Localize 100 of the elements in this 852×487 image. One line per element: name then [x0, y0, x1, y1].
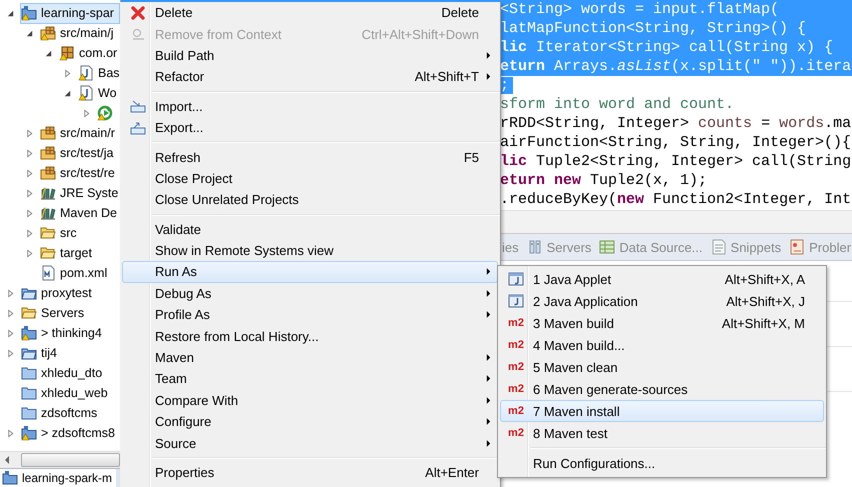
menu-item[interactable]: 2 Java Application Alt+Shift+X, J: [500, 290, 824, 312]
collapsed-arrow-icon[interactable]: [62, 68, 72, 78]
expanded-arrow-icon[interactable]: [24, 28, 34, 38]
menu-item[interactable]: Import...: [122, 96, 498, 117]
export-icon: [130, 120, 146, 136]
collapsed-arrow-icon[interactable]: [24, 188, 34, 198]
tree-item[interactable]: Maven De: [39, 202, 120, 224]
tree-item-label: learning-spar: [41, 6, 114, 20]
menu-item[interactable]: Refactor Alt+Shift+T: [122, 66, 498, 88]
tree-item-label: Bas: [98, 66, 120, 80]
menu-item[interactable]: Validate: [122, 218, 498, 240]
tree-item[interactable]: src/main/j: [39, 22, 118, 44]
menu-item[interactable]: Source: [122, 432, 498, 454]
code-line: lic Tuple2<String, Integer> call(String: [500, 153, 852, 170]
shortcut-label: Alt+Enter: [425, 465, 479, 480]
tree-item[interactable]: Wo: [77, 82, 120, 104]
menu-item[interactable]: Restore from Local History...: [122, 325, 498, 347]
code-line: sform into word and count.: [500, 96, 734, 113]
collapsed-arrow-icon[interactable]: [6, 348, 14, 358]
delete-icon: [130, 4, 146, 21]
explorer-tab[interactable]: learning-spark-m: [0, 469, 116, 487]
collapsed-arrow-icon[interactable]: [24, 148, 34, 158]
menu-item[interactable]: Maven: [122, 346, 498, 368]
collapsed-arrow-icon[interactable]: [24, 168, 34, 178]
tree-item[interactable]: src/test/re: [39, 162, 120, 184]
tree-item-label: JRE Syste: [60, 186, 118, 200]
collapsed-arrow-icon[interactable]: [6, 308, 14, 318]
tree-item-label: Servers: [41, 306, 84, 320]
collapsed-arrow-icon[interactable]: [6, 428, 14, 438]
menu-item[interactable]: Show in Remote Systems view: [122, 240, 498, 262]
expanded-arrow-icon[interactable]: [44, 48, 52, 58]
menu-item[interactable]: Compare With: [122, 390, 498, 412]
tree-item[interactable]: > zdsoftcms8: [20, 422, 120, 444]
menu-item[interactable]: Configure: [122, 411, 498, 432]
menu-item[interactable]: m2 3 Maven build Alt+Shift+X, M: [500, 312, 824, 334]
tree-item[interactable]: zdsoftcms: [20, 402, 102, 424]
tree-item[interactable]: learning-spar: [20, 2, 120, 24]
maven-badge-icon: m2: [508, 317, 524, 329]
collapsed-arrow-icon[interactable]: [82, 108, 90, 118]
tree-item[interactable]: Servers: [20, 302, 90, 324]
tree-item-label: zdsoftcms: [41, 406, 98, 420]
menu-item[interactable]: m2 6 Maven generate-sources: [500, 378, 824, 400]
tree-item-label: src/test/re: [60, 166, 115, 180]
code-line: lic Iterator<String> call(String x) {: [500, 39, 834, 56]
tree-item[interactable]: tij4: [20, 342, 62, 364]
tree-item-label: > thinking4: [41, 326, 102, 340]
tree-item[interactable]: src: [39, 222, 82, 244]
collapsed-arrow-icon[interactable]: [24, 128, 34, 138]
menu-item[interactable]: Close Unrelated Projects: [122, 189, 498, 211]
menu-item[interactable]: Delete Delete: [122, 2, 498, 24]
menu-item[interactable]: Close Project: [122, 168, 498, 190]
tree-item[interactable]: pom.xml: [39, 262, 112, 284]
code-line: .reduceByKey(new Function2<Integer, Int: [500, 191, 852, 208]
tree-item-label: Wo: [98, 86, 117, 100]
menu-item[interactable]: Properties Alt+Enter: [122, 462, 498, 484]
tree-item[interactable]: > thinking4: [20, 322, 107, 344]
menu-item[interactable]: Run Configurations...: [500, 452, 824, 474]
menu-item[interactable]: Debug As: [122, 282, 498, 304]
tree-item[interactable]: Bas: [77, 62, 120, 84]
tree-item[interactable]: src/test/ja: [39, 142, 118, 164]
maven-project-icon: [2, 470, 18, 486]
tree-item[interactable]: target: [39, 242, 97, 264]
java-application-icon: [508, 293, 524, 309]
tree-item[interactable]: com.or: [58, 42, 120, 64]
expanded-arrow-icon[interactable]: [62, 88, 72, 98]
horizontal-scrollbar[interactable]: [0, 451, 120, 468]
shortcut-label: Ctrl+Alt+Shift+Down: [362, 26, 479, 42]
menu-item[interactable]: Run As: [122, 261, 498, 283]
collapsed-arrow-icon[interactable]: [24, 248, 34, 258]
collapsed-arrow-icon[interactable]: [6, 328, 14, 338]
tree-item-label: Maven De: [60, 206, 117, 220]
menu-item[interactable]: Export...: [122, 116, 498, 138]
code-line: eturn Arrays.asList(x.split(" ")).itera: [500, 58, 852, 75]
tree-item[interactable]: proxytest: [20, 282, 97, 304]
menu-item[interactable]: m2 5 Maven clean: [500, 356, 824, 378]
expanded-arrow-icon[interactable]: [6, 8, 14, 18]
tree-item[interactable]: JRE Syste: [39, 182, 120, 204]
collapsed-arrow-icon[interactable]: [24, 208, 34, 218]
collapsed-arrow-icon[interactable]: [24, 228, 34, 238]
menu-item[interactable]: 1 Java Applet Alt+Shift+X, A: [500, 268, 824, 290]
shortcut-label: Delete: [441, 5, 479, 20]
tree-item-label: pom.xml: [60, 266, 108, 280]
menu-item[interactable]: m2 8 Maven test: [500, 422, 824, 444]
menu-item[interactable]: Team: [122, 368, 498, 390]
tree-item[interactable]: xhledu_web: [20, 382, 113, 404]
code-line: eturn new Tuple2(x, 1);: [500, 172, 708, 189]
maven-badge-icon: m2: [508, 383, 524, 395]
tree-item[interactable]: src/main/r: [39, 122, 120, 144]
menu-item[interactable]: m2 4 Maven build...: [500, 334, 824, 356]
tree-item[interactable]: xhledu_dto: [20, 362, 108, 384]
menu-item[interactable]: Profile As: [122, 304, 498, 326]
problems-icon: [789, 239, 806, 255]
menu-item[interactable]: Refresh F5: [122, 146, 498, 168]
menu-item[interactable]: Build Path: [122, 44, 498, 66]
tree-item-label: proxytest: [41, 286, 92, 300]
menu-item[interactable]: m2 7 Maven install: [500, 400, 824, 422]
maven-badge-icon: m2: [508, 427, 524, 439]
tab-label: learning-spark-m: [22, 471, 112, 485]
collapsed-arrow-icon[interactable]: [6, 288, 14, 298]
tree-item-label: xhledu_dto: [41, 366, 102, 380]
